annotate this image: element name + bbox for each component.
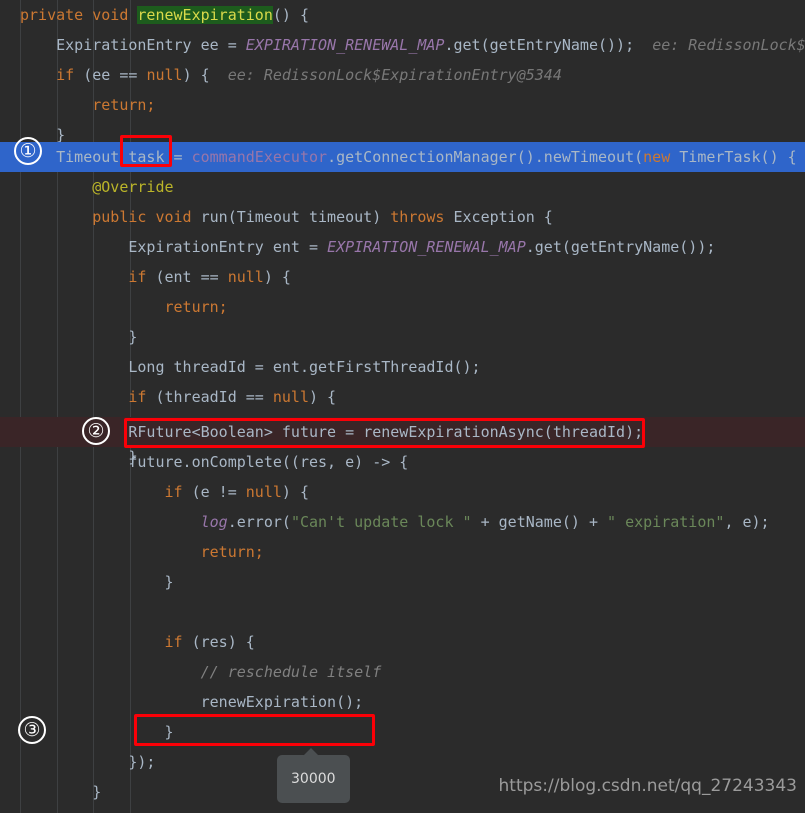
arg-e: e); bbox=[742, 513, 770, 531]
call-renewExpiration: renewExpiration(); bbox=[200, 693, 364, 711]
keyword-private: private bbox=[20, 6, 84, 24]
call-renewExpirationAsync: renewExpirationAsync(threadId); bbox=[363, 423, 644, 441]
var-future: future bbox=[281, 423, 337, 441]
close-brace: } bbox=[128, 328, 138, 346]
field-log: log bbox=[200, 513, 228, 531]
var-threadId: threadId bbox=[164, 388, 237, 406]
keyword-null: null bbox=[227, 268, 264, 286]
keyword-void: void bbox=[92, 6, 129, 24]
keyword-return: return; bbox=[200, 543, 264, 561]
call-getName: getName() bbox=[498, 513, 580, 531]
code-line[interactable]: if (ee == null) { ee: RedissonLock$Expir… bbox=[0, 60, 805, 90]
step-marker-1: ① bbox=[14, 137, 42, 165]
code-line[interactable]: if (res) { bbox=[0, 627, 805, 657]
field-commandExecutor: commandExecutor bbox=[191, 148, 328, 166]
code-line[interactable]: return; bbox=[0, 292, 805, 322]
type-ExpirationEntry: ExpirationEntry bbox=[128, 238, 264, 256]
code-line[interactable]: future.onComplete((res, e) -> { bbox=[0, 447, 805, 477]
code-line[interactable]: @Override bbox=[0, 172, 805, 202]
code-line[interactable]: renewExpiration(); bbox=[0, 687, 805, 717]
code-editor[interactable]: private void renewExpiration() { Expirat… bbox=[0, 0, 805, 813]
type-Long: Long bbox=[128, 358, 165, 376]
keyword-new: new bbox=[643, 148, 671, 166]
search-match-renewExpiration[interactable]: renewExpiration bbox=[137, 6, 273, 24]
keyword-throws: throws bbox=[390, 208, 445, 226]
keyword-if: if bbox=[164, 483, 183, 501]
code-line[interactable]: public void run(Timeout timeout) throws … bbox=[0, 202, 805, 232]
type-RFuture: RFuture<Boolean> bbox=[128, 423, 273, 441]
var-threadId: threadId bbox=[173, 358, 246, 376]
type-Exception: Exception { bbox=[453, 208, 553, 226]
type-Timeout: Timeout bbox=[56, 148, 120, 166]
keyword-if: if bbox=[128, 268, 147, 286]
close-brace: } bbox=[164, 723, 174, 741]
string-expiration: " expiration" bbox=[607, 513, 725, 531]
code-line[interactable]: ExpirationEntry ee = EXPIRATION_RENEWAL_… bbox=[0, 30, 805, 60]
inline-debug-hint: ee: RedissonLock$E bbox=[652, 36, 805, 54]
keyword-public: public bbox=[92, 208, 147, 226]
code-line[interactable]: if (e != null) { bbox=[0, 477, 805, 507]
call-chain: .getConnectionManager().newTimeout( bbox=[327, 148, 644, 166]
keyword-return: return; bbox=[92, 96, 156, 114]
var-ent: ent bbox=[164, 268, 192, 286]
step-marker-2: ② bbox=[82, 417, 110, 445]
string-cant-update: "Can't update lock " bbox=[290, 513, 472, 531]
code-line[interactable]: RFuture<Boolean> future = renewExpiratio… bbox=[0, 417, 805, 447]
static-field-map: EXPIRATION_RENEWAL_MAP bbox=[245, 36, 445, 54]
watermark: https://blog.csdn.net/qq_27243343 bbox=[498, 776, 797, 796]
call-getFirstThreadId: ent.getFirstThreadId(); bbox=[272, 358, 481, 376]
type-TimerTask: TimerTask() { bbox=[679, 148, 797, 166]
code-line[interactable]: } bbox=[0, 717, 805, 747]
var-ent: ent bbox=[272, 238, 300, 256]
code-line[interactable]: return; bbox=[0, 537, 805, 567]
static-field-map: EXPIRATION_RENEWAL_MAP bbox=[327, 238, 526, 256]
keyword-if: if bbox=[128, 388, 147, 406]
close-brace: } bbox=[92, 783, 102, 801]
code-line-selected[interactable]: Timeout task = commandExecutor.getConnec… bbox=[0, 142, 805, 172]
var-ee: ee bbox=[92, 66, 111, 84]
inline-debug-hint: ee: RedissonLock$ExpirationEntry@5344 bbox=[227, 66, 562, 84]
keyword-void: void bbox=[155, 208, 192, 226]
keyword-null: null bbox=[146, 66, 183, 84]
keyword-if: if bbox=[56, 66, 75, 84]
annotation-override: @Override bbox=[92, 178, 174, 196]
keyword-if: if bbox=[164, 633, 183, 651]
code-line[interactable]: return; bbox=[0, 90, 805, 120]
code-line[interactable]: } bbox=[0, 567, 805, 597]
punctuation: () { bbox=[272, 6, 309, 24]
type-ExpirationEntry: ExpirationEntry bbox=[56, 36, 192, 54]
value-tooltip: 30000 bbox=[277, 748, 350, 803]
method-run-signature: run(Timeout timeout) bbox=[200, 208, 382, 226]
var-res: res bbox=[200, 633, 228, 651]
code-line[interactable]: private void renewExpiration() { bbox=[0, 0, 805, 30]
keyword-return: return; bbox=[164, 298, 228, 316]
close-brace: } bbox=[164, 573, 174, 591]
call-get: .get(getEntryName()); bbox=[444, 36, 635, 54]
keyword-null: null bbox=[245, 483, 282, 501]
code-line[interactable]: } bbox=[0, 322, 805, 352]
call-error: .error( bbox=[227, 513, 291, 531]
call-onComplete: future.onComplete((res, e) -> { bbox=[128, 453, 409, 471]
var-ee: ee bbox=[200, 36, 219, 54]
var-task: task bbox=[128, 148, 165, 166]
code-line[interactable]: // reschedule itself bbox=[0, 657, 805, 687]
close-lambda: }); bbox=[128, 753, 156, 771]
comment-reschedule: // reschedule itself bbox=[200, 663, 382, 681]
code-line[interactable]: if (threadId == null) { bbox=[0, 382, 805, 412]
code-line[interactable]: if (ent == null) { bbox=[0, 262, 805, 292]
step-marker-3: ③ bbox=[18, 716, 46, 744]
code-line[interactable]: Long threadId = ent.getFirstThreadId(); bbox=[0, 352, 805, 382]
code-line[interactable]: ExpirationEntry ent = EXPIRATION_RENEWAL… bbox=[0, 232, 805, 262]
code-line[interactable]: }, delay:internalLockLeaseTime / 3, Time… bbox=[0, 807, 805, 813]
call-get: .get(getEntryName()); bbox=[525, 238, 716, 256]
keyword-null: null bbox=[272, 388, 309, 406]
code-line[interactable]: log.error("Can't update lock " + getName… bbox=[0, 507, 805, 537]
